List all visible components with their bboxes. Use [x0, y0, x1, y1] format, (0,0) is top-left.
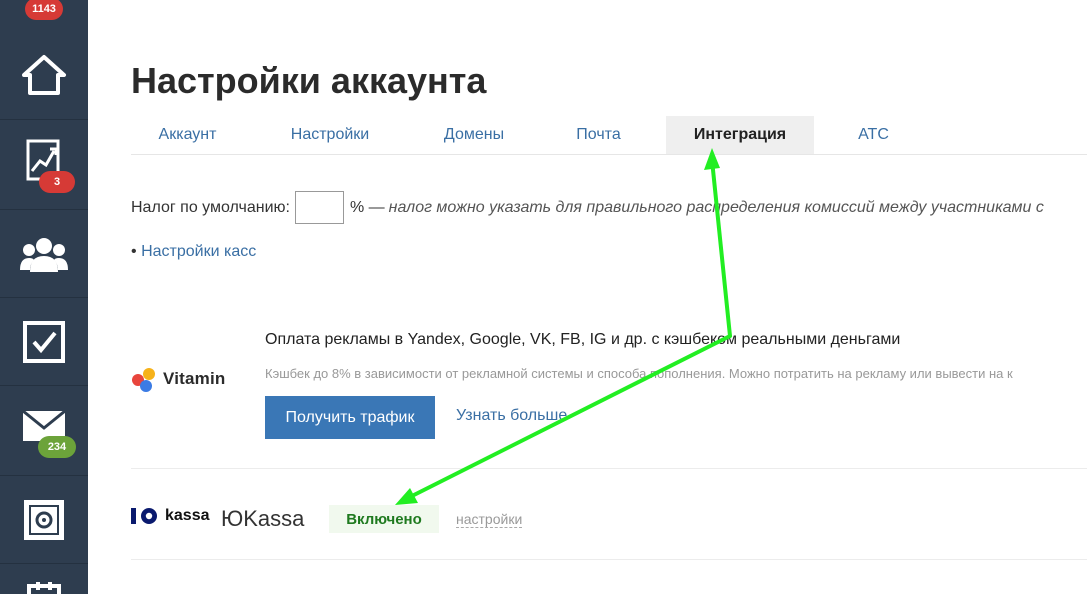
mail-badge: 234: [38, 436, 76, 458]
sidebar-item-home[interactable]: [0, 30, 88, 120]
tab-integration[interactable]: Интеграция: [666, 116, 814, 154]
sidebar-item-users[interactable]: [0, 210, 88, 298]
status-badge: Включено: [329, 505, 439, 533]
vitamin-logo: Vitamin: [131, 366, 226, 392]
tab-domains[interactable]: Домены: [414, 116, 534, 154]
tab-settings[interactable]: Настройки: [266, 116, 394, 154]
tab-mail[interactable]: Почта: [551, 116, 646, 154]
vitamin-logo-text: Vitamin: [163, 369, 226, 388]
tax-note: налог можно указать для правильного расп…: [388, 198, 1044, 216]
sidebar-item-safe[interactable]: [0, 476, 88, 564]
cashboxes-settings-link[interactable]: Настройки касс: [141, 243, 256, 260]
tab-ats[interactable]: АТС: [836, 116, 911, 154]
safe-icon: [24, 499, 64, 540]
home-icon: [22, 54, 66, 95]
yookassa-logo-icon: [131, 508, 157, 524]
default-tax-input[interactable]: [294, 191, 344, 224]
sidebar-item-analytics[interactable]: 3: [0, 120, 88, 210]
default-tax-row: Налог по умолчанию: % — налог можно указ…: [131, 191, 1044, 224]
settings-tabs: Аккаунт Настройки Домены Почта Интеграци…: [131, 116, 1087, 155]
learn-more-link[interactable]: Узнать больше: [456, 407, 567, 425]
vitamin-description: Кэшбек до 8% в зависимости от рекламной …: [265, 366, 1013, 381]
bullet: •: [131, 243, 137, 260]
vitamin-logo-icon: [132, 368, 155, 392]
divider: [131, 559, 1087, 560]
sidebar-item-calendar[interactable]: [0, 564, 88, 594]
default-tax-label: Налог по умолчанию:: [131, 198, 290, 216]
yookassa-logo: kassa: [131, 507, 210, 525]
yookassa-name: ЮKassa: [221, 506, 305, 531]
get-traffic-button[interactable]: Получить трафик: [265, 396, 435, 439]
sidebar-item-tasks[interactable]: [0, 298, 88, 386]
tab-account[interactable]: Аккаунт: [131, 116, 244, 154]
divider: [131, 468, 1087, 469]
vitamin-title: Оплата рекламы в Yandex, Google, VK, FB,…: [265, 331, 901, 348]
checkbox-icon: [23, 320, 65, 363]
yookassa-settings-link[interactable]: настройки: [456, 511, 523, 528]
arrow-head-down: [395, 488, 418, 505]
sidebar: 1143 3 234: [0, 0, 88, 594]
analytics-badge: 3: [39, 171, 75, 193]
calendar-icon: [27, 582, 61, 594]
sidebar-item-mail[interactable]: 234: [0, 386, 88, 476]
page-title: Настройки аккаунта: [131, 60, 487, 101]
users-icon: [20, 237, 68, 272]
notifications-badge: 1143: [25, 0, 63, 20]
tax-percent-suffix: % —: [349, 198, 385, 216]
cashboxes-row: • Настройки касс: [131, 243, 256, 261]
yookassa-logo-text: kassa: [165, 507, 210, 524]
